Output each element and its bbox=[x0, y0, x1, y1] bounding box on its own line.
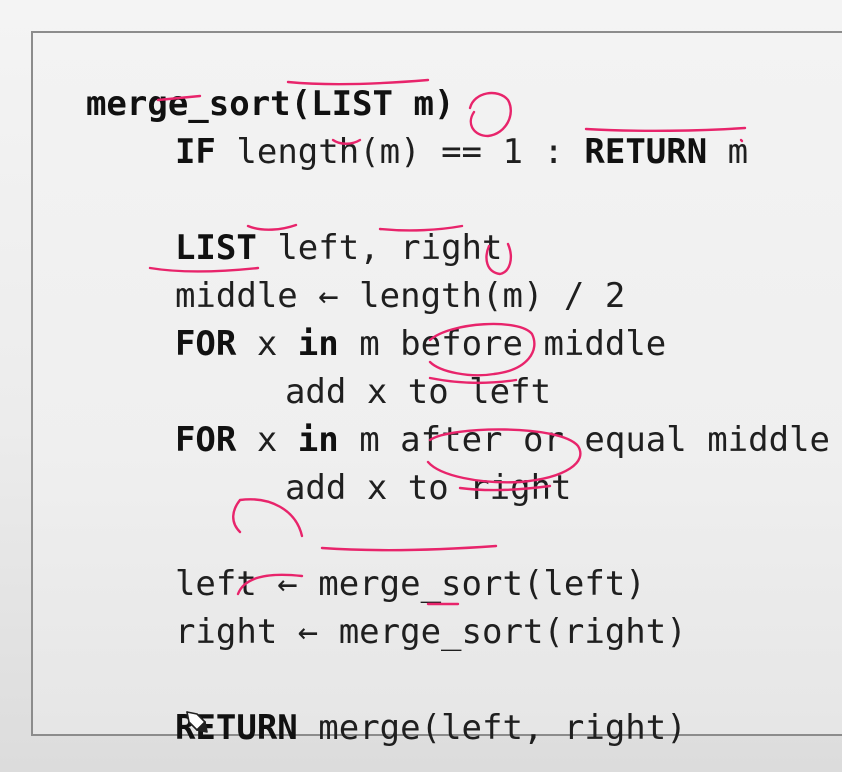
base-case-line: IF length(m) == 1 : RETURN m bbox=[134, 92, 748, 172]
return-merge-expression: merge(left, right) bbox=[297, 708, 687, 748]
pencil-cursor-icon bbox=[186, 711, 208, 733]
recursive-right: right ← merge_sort(right) bbox=[174, 612, 687, 652]
keyword-if: IF bbox=[174, 132, 216, 172]
keyword-return: RETURN bbox=[584, 132, 708, 172]
keyword-for: FOR bbox=[174, 420, 237, 460]
keyword-for: FOR bbox=[174, 324, 237, 364]
add-to-right: add x to right bbox=[284, 468, 572, 508]
add-to-right-line: add x to right bbox=[244, 428, 572, 508]
base-case-return-value: m bbox=[707, 132, 749, 172]
return-merge-line: RETURN merge(left, right) bbox=[134, 668, 687, 748]
base-case-condition: length(m) == 1 : bbox=[215, 132, 585, 172]
recursive-right-line: right ← merge_sort(right) bbox=[134, 572, 687, 652]
